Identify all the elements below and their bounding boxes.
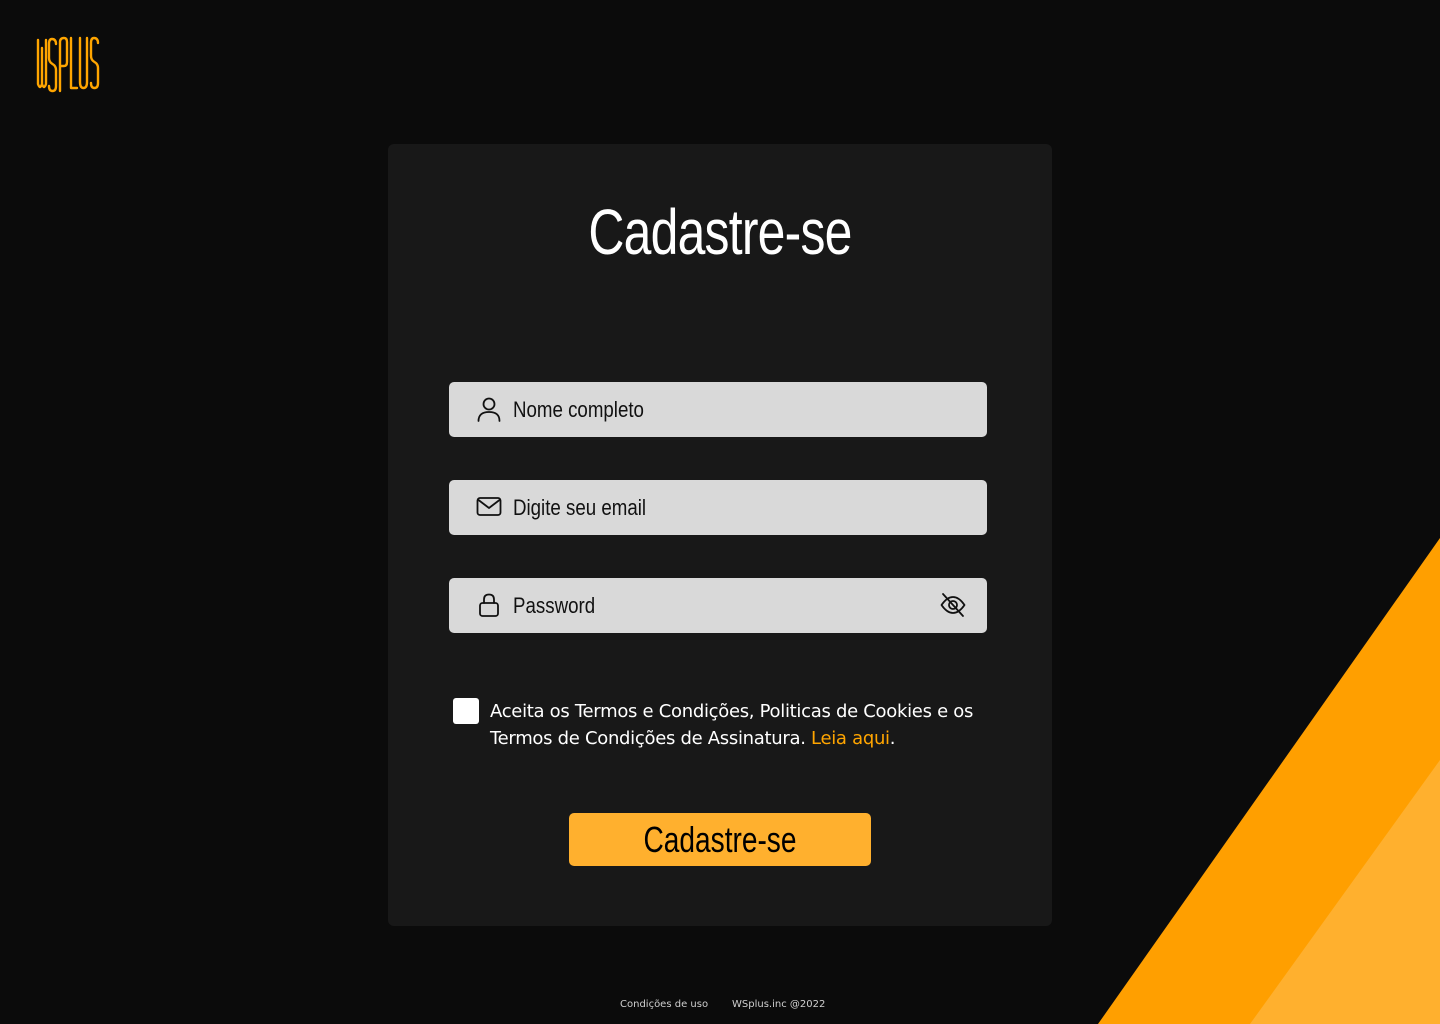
terms-label: Aceita os Termos e Condições, Politicas … <box>490 701 974 749</box>
email-field[interactable] <box>449 480 987 535</box>
logo-mark <box>36 36 100 93</box>
mail-icon <box>475 493 503 521</box>
user-icon <box>475 395 503 423</box>
email-input[interactable] <box>513 480 870 535</box>
name-input[interactable] <box>513 382 870 437</box>
page-title: Cadastre-se <box>588 196 852 268</box>
brand-logo[interactable] <box>36 34 100 94</box>
terms-suffix: . <box>889 728 896 749</box>
signup-button-label: Cadastre-se <box>643 819 797 860</box>
password-field[interactable] <box>449 578 987 633</box>
signup-button[interactable]: Cadastre-se <box>569 813 871 866</box>
eye-off-icon[interactable] <box>939 591 967 619</box>
terms-text: Aceita os Termos e Condições, Politicas … <box>490 698 1010 752</box>
terms-checkbox[interactable] <box>453 698 479 724</box>
lock-icon <box>475 591 503 619</box>
name-field[interactable] <box>449 382 987 437</box>
password-input[interactable] <box>513 578 870 633</box>
footer-terms-link[interactable]: Condições de uso <box>620 999 708 1010</box>
footer-copyright: WSplus.inc @2022 <box>732 999 826 1010</box>
terms-read-link[interactable]: Leia aqui <box>811 728 890 749</box>
footer: Condições de uso WSplus.inc @2022 <box>0 999 1440 1015</box>
